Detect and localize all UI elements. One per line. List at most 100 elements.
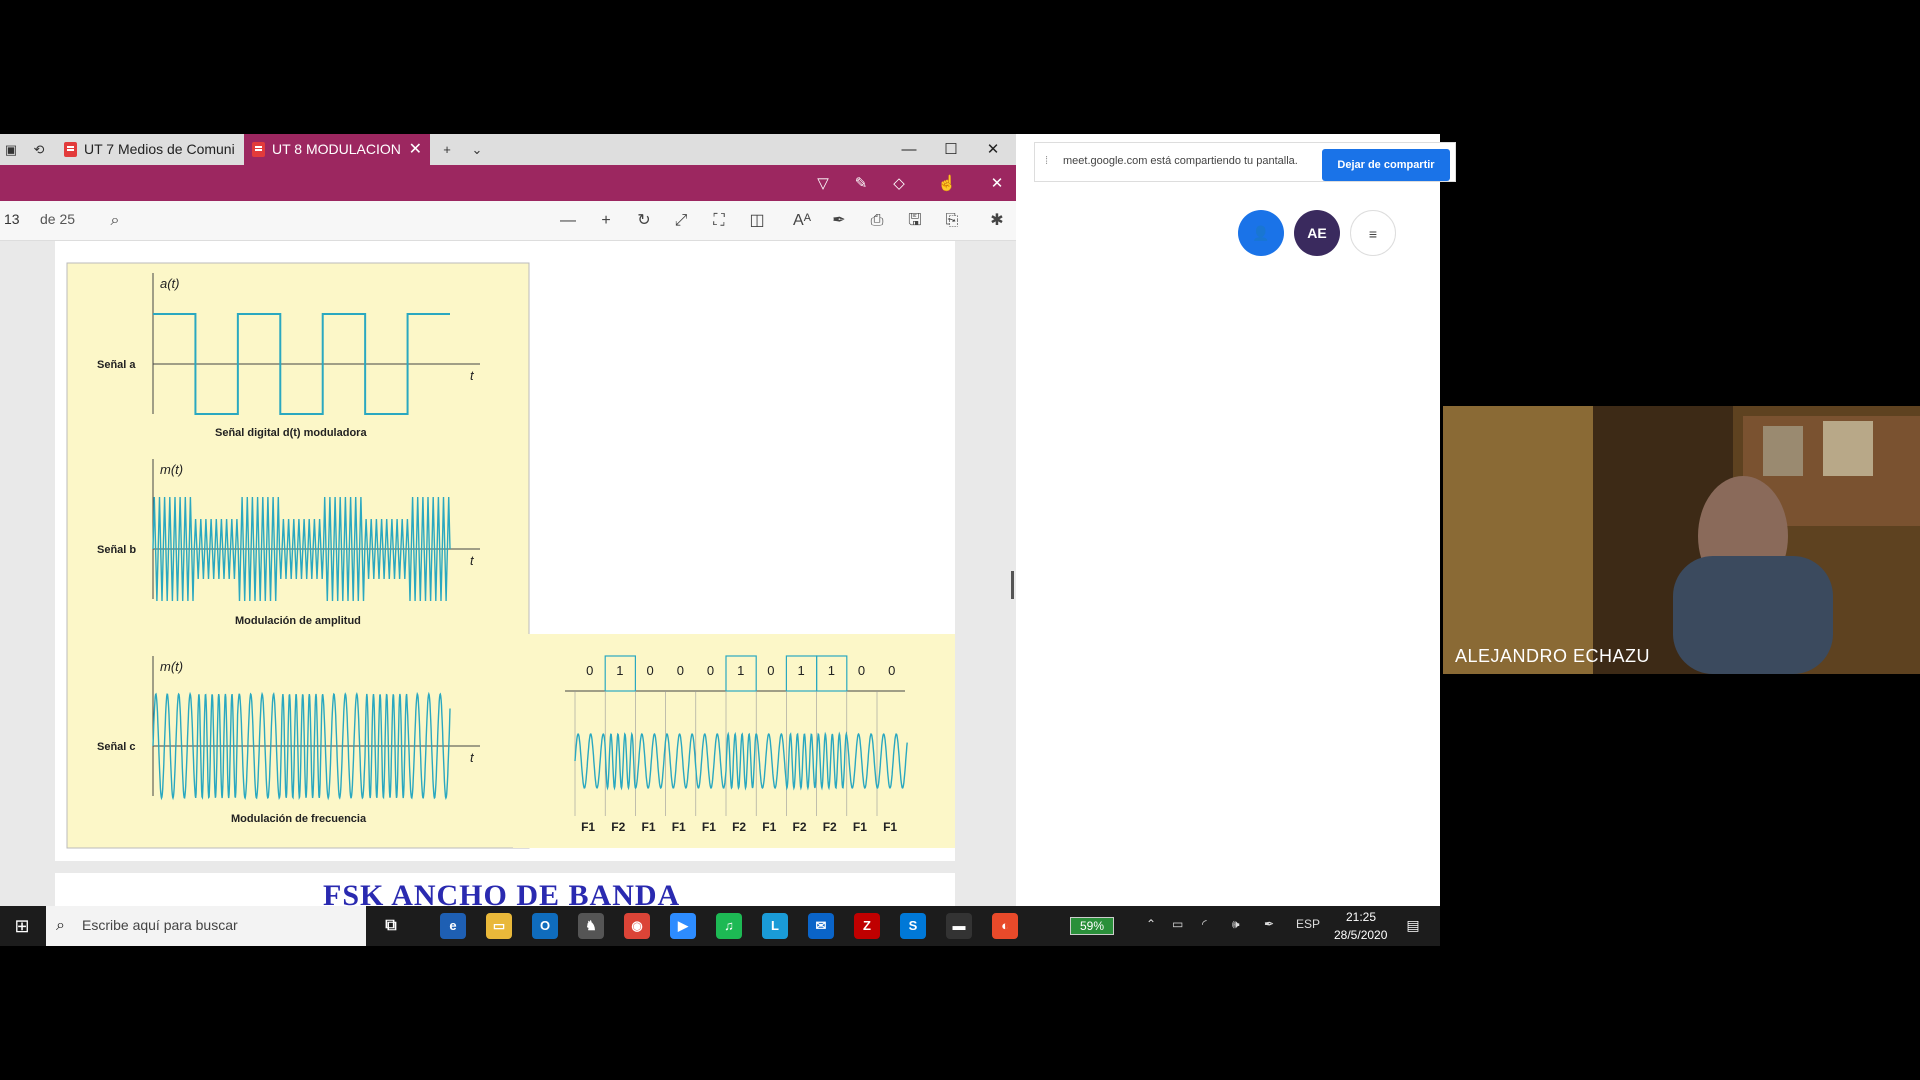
page-view-icon[interactable]: ◫ xyxy=(746,210,768,232)
full-screen-icon[interactable]: ⛶ xyxy=(708,210,730,232)
tab-actions-icon[interactable]: ▣ xyxy=(2,141,20,159)
bit-label: 0 xyxy=(707,663,714,678)
share-text: meet.google.com está compartiendo tu pan… xyxy=(1063,155,1298,167)
language-indicator[interactable]: ESP xyxy=(1296,917,1320,931)
freq-label: F1 xyxy=(702,820,716,834)
document-view[interactable]: a(t) t Señal a Señal digital d(t) modulador… xyxy=(0,241,1016,906)
participant-name: ALEJANDRO ECHAZU xyxy=(1455,646,1651,666)
back-tabs-icon[interactable]: ⟲ xyxy=(30,141,48,159)
save-as-icon[interactable]: ⎘ xyxy=(941,210,963,232)
tab-ut7[interactable]: UT 7 Medios de Comuni xyxy=(56,134,242,165)
mail-icon[interactable]: ✉ xyxy=(808,913,834,939)
bit-label: 1 xyxy=(616,663,623,678)
stop-sharing-button[interactable]: Dejar de compartir xyxy=(1322,149,1450,181)
print-icon[interactable]: ⎙ xyxy=(866,210,888,232)
pdf-icon xyxy=(252,142,265,157)
scrollbar[interactable] xyxy=(1011,571,1014,599)
signal-caption: Modulación de amplitud xyxy=(235,615,361,627)
freq-label: F2 xyxy=(793,820,807,834)
file-explorer-icon[interactable]: ▭ xyxy=(486,913,512,939)
l-app-icon[interactable]: L xyxy=(762,913,788,939)
notifications-icon[interactable]: ▤ xyxy=(1402,914,1424,936)
save-icon[interactable]: 🖫 xyxy=(904,210,926,232)
search-icon[interactable]: ⌕ xyxy=(104,210,126,232)
network-adapter-icon[interactable]: ▭ xyxy=(1172,917,1183,931)
read-aloud-icon[interactable]: Aᴬ xyxy=(791,210,813,232)
bit-label: 1 xyxy=(828,663,835,678)
touch-write-icon[interactable]: ☝ xyxy=(936,173,958,195)
screen: ▣ ⟲ UT 7 Medios de Comuni UT 8 MODULACIO… xyxy=(0,0,1920,1080)
bit-label: 0 xyxy=(647,663,654,678)
wifi-icon[interactable]: ◜ xyxy=(1202,917,1207,931)
draw-icon[interactable]: ▽ xyxy=(812,173,834,195)
pen-icon[interactable]: ✒ xyxy=(1264,917,1274,931)
zoom-out-icon[interactable]: — xyxy=(557,210,579,232)
bit-label: 0 xyxy=(858,663,865,678)
bit-label: 0 xyxy=(586,663,593,678)
freq-label: F1 xyxy=(642,820,656,834)
share-notice-bar: ⁞ meet.google.com está compartiendo tu p… xyxy=(1034,142,1456,182)
page-number-input[interactable]: 13 xyxy=(4,211,20,227)
pdf-page: a(t) t Señal a Señal digital d(t) modulador… xyxy=(55,241,955,861)
maximize-button[interactable]: ☐ xyxy=(930,134,972,165)
plus-icon[interactable]: + xyxy=(438,141,456,159)
signal-label: Señal c xyxy=(97,741,136,753)
modulation-figure: a(t)tSeñal aSeñal digital d(t) modulador… xyxy=(66,262,955,849)
pdf-toolbar: 13 de 25 ⌕ — + ↻ ⤢ ⛶ ◫ Aᴬ ✒ ⎙ 🖫 ⎘ ✱ xyxy=(0,201,1016,241)
volume-icon[interactable]: 🕪 xyxy=(1232,917,1240,932)
zoom-in-icon[interactable]: + xyxy=(595,210,617,232)
tab-ut8[interactable]: UT 8 MODULACION ✕ xyxy=(244,134,430,165)
freq-label: F1 xyxy=(672,820,686,834)
highlight-icon[interactable]: ✎ xyxy=(850,173,872,195)
freq-label: F2 xyxy=(611,820,625,834)
spotify-icon[interactable]: ♫ xyxy=(716,913,742,939)
battery-indicator[interactable]: 59% xyxy=(1070,917,1114,935)
eraser-icon[interactable]: ◇ xyxy=(888,173,910,195)
zoom-icon[interactable]: ▶ xyxy=(670,913,696,939)
tab-label: UT 8 MODULACION xyxy=(272,141,401,157)
taskbar: ⊞ ⌕ Escribe aquí para buscar ⧉ e ▭ O ♞ ◉… xyxy=(0,906,1440,946)
firefox-icon[interactable]: ◐ xyxy=(992,913,1018,939)
clock-date[interactable]: 28/5/2020 xyxy=(1334,928,1387,942)
fit-icon[interactable]: ⤢ xyxy=(670,210,692,232)
terminal-icon[interactable]: ▬ xyxy=(946,913,972,939)
rotate-icon[interactable]: ↻ xyxy=(633,210,655,232)
app-icon[interactable]: ♞ xyxy=(578,913,604,939)
draw-pen-icon[interactable]: ✒ xyxy=(828,210,850,232)
chrome-icon[interactable]: ◉ xyxy=(624,913,650,939)
skype-icon[interactable]: S xyxy=(900,913,926,939)
search-icon: ⌕ xyxy=(56,917,65,934)
bit-label: 1 xyxy=(737,663,744,678)
windows-start-icon[interactable]: ⊞ xyxy=(0,906,44,946)
filezilla-icon[interactable]: Z xyxy=(854,913,880,939)
avatar[interactable]: AE xyxy=(1294,210,1340,256)
chevron-down-icon[interactable]: ⌄ xyxy=(468,141,486,159)
freq-label: F1 xyxy=(883,820,897,834)
edge-icon[interactable]: e xyxy=(440,913,466,939)
chevron-up-icon[interactable]: ⌃ xyxy=(1146,917,1156,931)
signal-caption: Modulación de frecuencia xyxy=(231,813,367,825)
drag-handle-icon[interactable]: ⁞ xyxy=(1045,155,1048,167)
tab-label: UT 7 Medios de Comuni xyxy=(84,141,235,157)
freq-label: F2 xyxy=(823,820,837,834)
meet-panel: ⁞ meet.google.com está compartiendo tu p… xyxy=(1016,134,1456,906)
bit-label: 0 xyxy=(888,663,895,678)
next-page-title: FSK ANCHO DE BANDA xyxy=(323,879,681,906)
close-tab-icon[interactable]: ✕ xyxy=(409,134,422,165)
task-view-icon[interactable]: ⧉ xyxy=(378,913,404,939)
search-box[interactable]: ⌕ Escribe aquí para buscar xyxy=(46,906,366,946)
tab-bar: ▣ ⟲ UT 7 Medios de Comuni UT 8 MODULACIO… xyxy=(0,134,1016,165)
clock-time[interactable]: 21:25 xyxy=(1346,910,1376,924)
close-toolbar-icon[interactable]: ✕ xyxy=(986,173,1008,195)
freq-label: F1 xyxy=(853,820,867,834)
pin-icon[interactable]: ✱ xyxy=(986,210,1008,232)
outlook-icon[interactable]: O xyxy=(532,913,558,939)
search-input[interactable]: Escribe aquí para buscar xyxy=(82,917,238,933)
browser-window: ▣ ⟲ UT 7 Medios de Comuni UT 8 MODULACIO… xyxy=(0,134,1016,906)
pdf-annotation-toolbar: ▽ ✎ ◇ ☝ ✕ xyxy=(0,165,1016,201)
menu-icon[interactable]: ≡ xyxy=(1350,210,1396,256)
bit-label: 1 xyxy=(798,663,805,678)
participant-icon[interactable]: 👤 xyxy=(1238,210,1284,256)
close-window-button[interactable]: ✕ xyxy=(972,134,1014,165)
minimize-button[interactable]: — xyxy=(888,134,930,165)
